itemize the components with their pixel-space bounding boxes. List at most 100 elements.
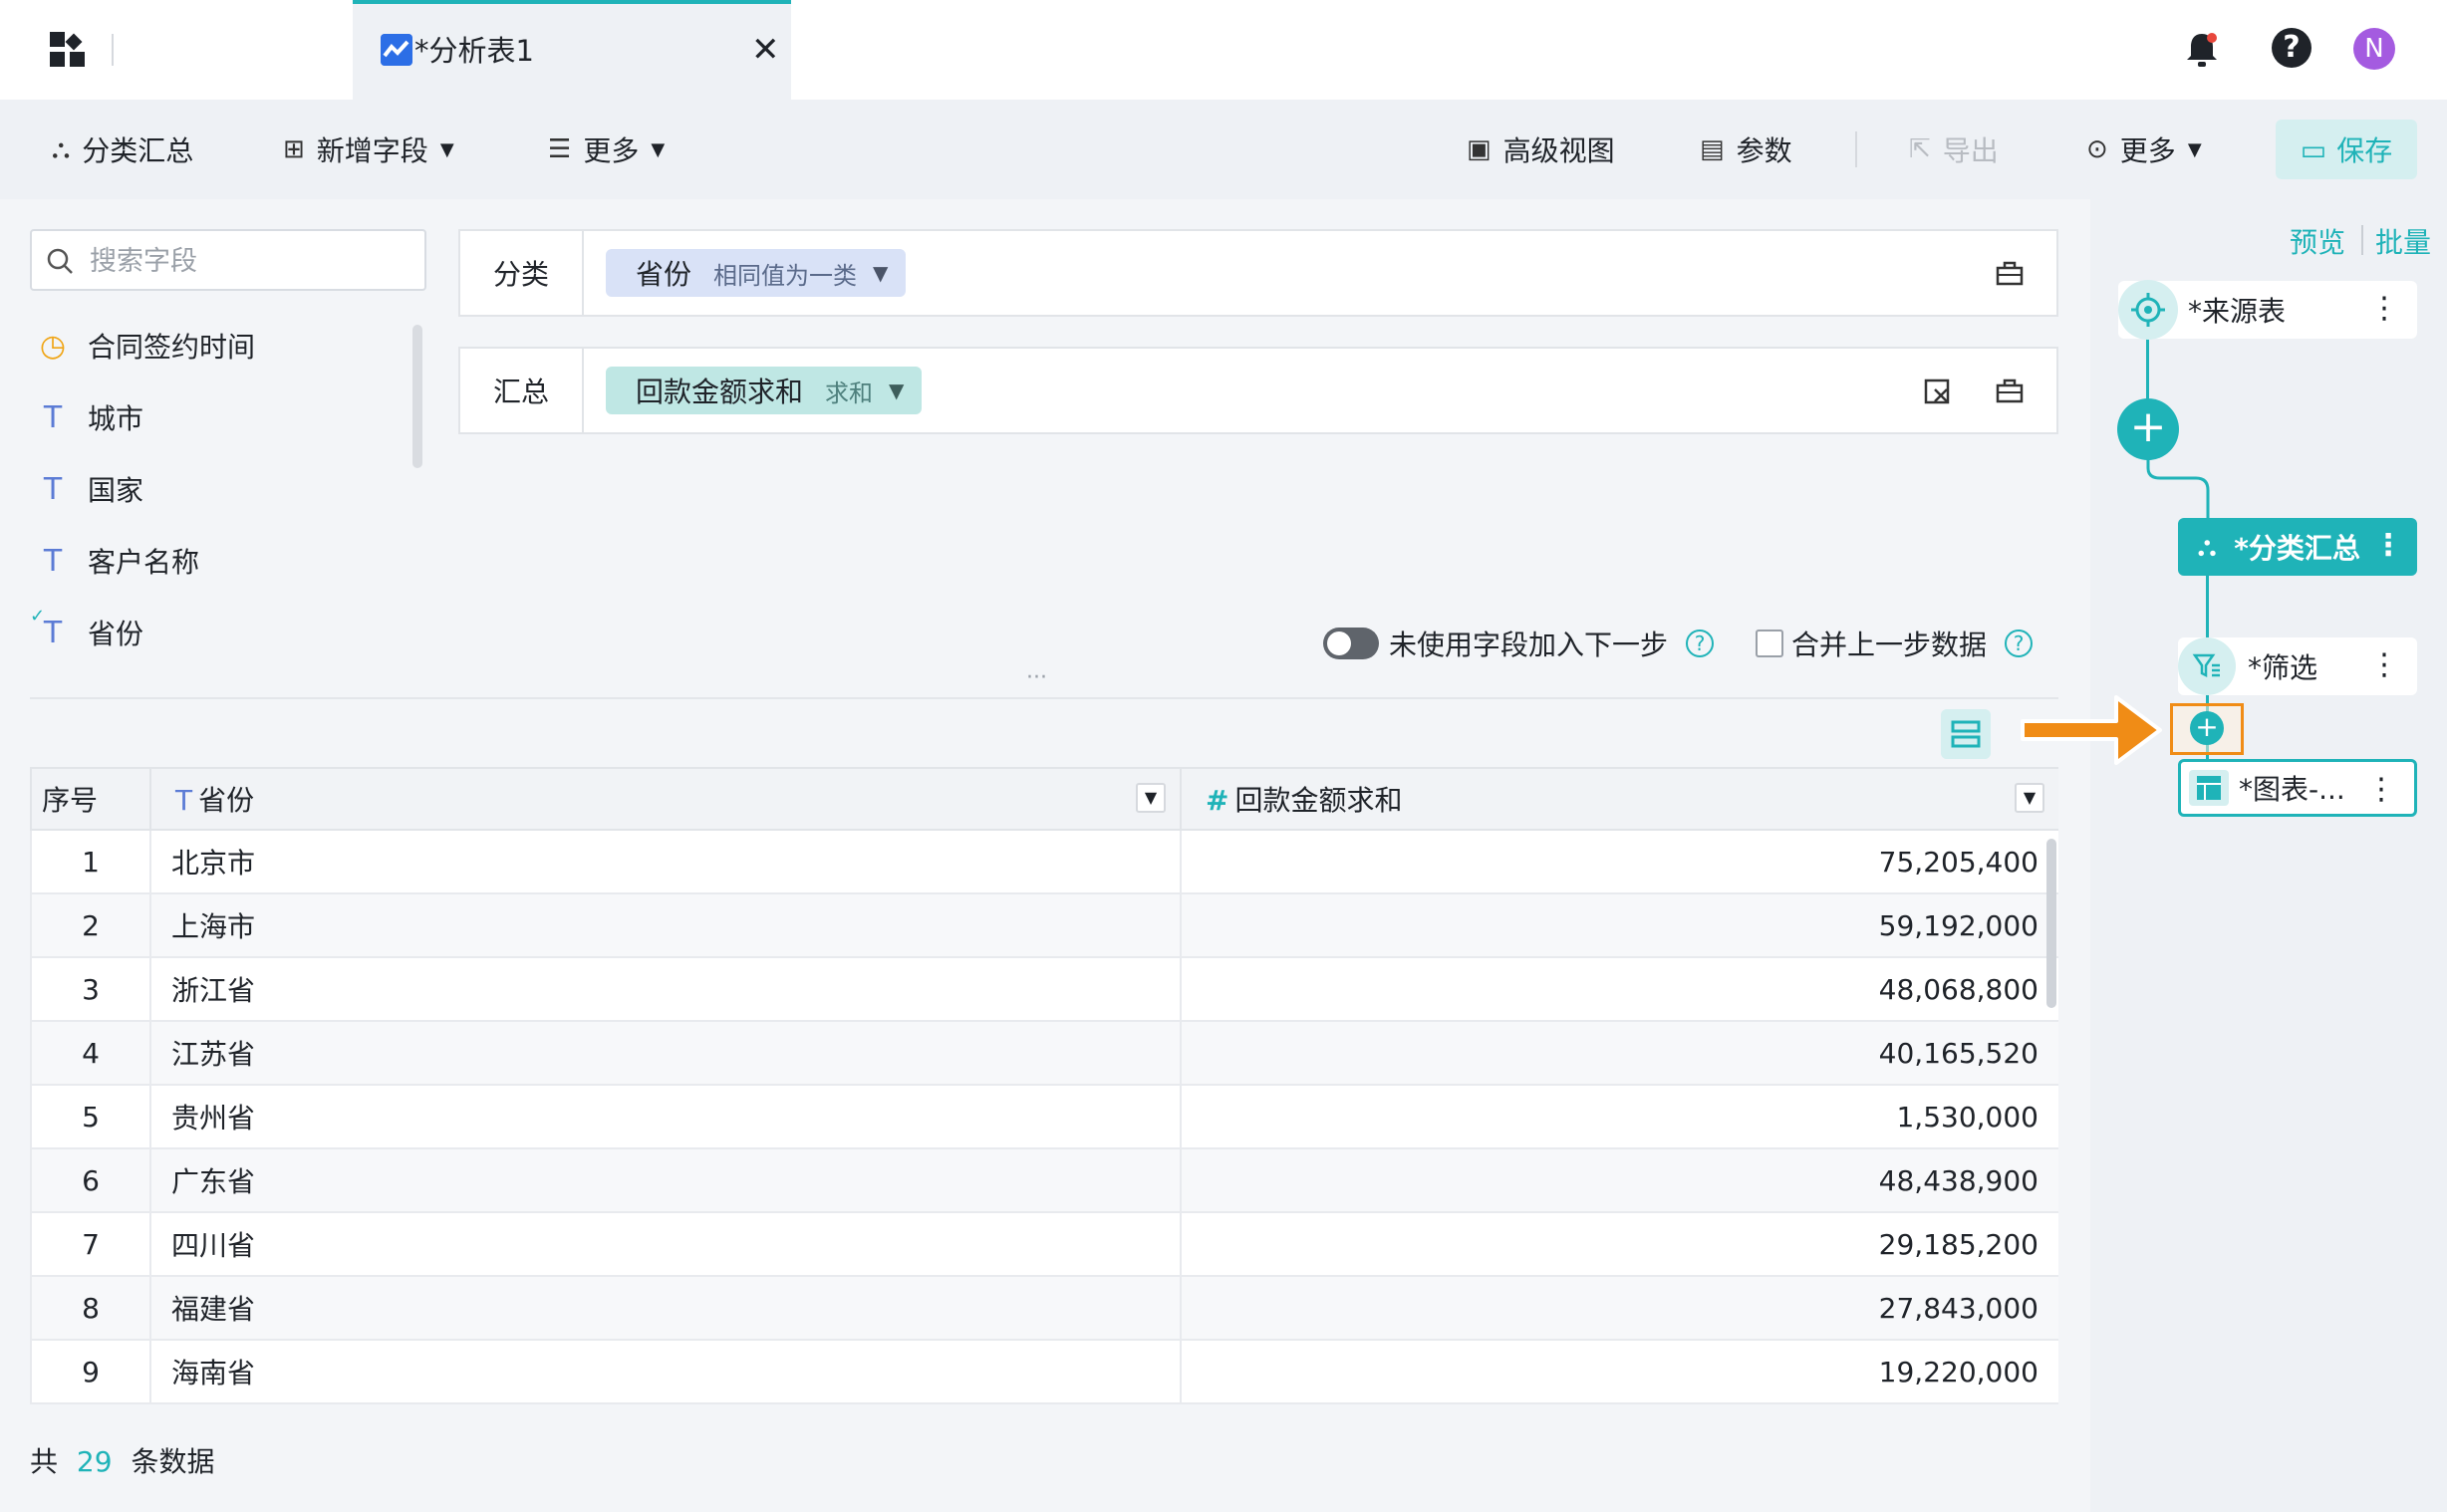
more-vertical-icon[interactable]: ⋮ xyxy=(2369,291,2399,326)
export-button[interactable]: ⇱ 导出 xyxy=(1909,100,1999,199)
cell-province: 四川省 xyxy=(149,1211,1182,1277)
cell-index: 2 xyxy=(30,892,151,958)
cell-index: 8 xyxy=(30,1275,151,1341)
flow-node-group-summary[interactable]: ⛬ *分类汇总 ⋮ xyxy=(2178,518,2417,576)
more-vertical-icon[interactable]: ⋮ xyxy=(2369,647,2399,682)
panel-divider xyxy=(30,697,2058,699)
flow-node-filter[interactable]: *筛选 ⋮ xyxy=(2178,637,2417,695)
caret-down-icon[interactable]: ▼ xyxy=(889,378,904,402)
table-row[interactable]: 2 上海市 59,192,000 xyxy=(30,892,2058,958)
merge-prev-checkbox[interactable] xyxy=(1756,630,1783,657)
params-icon: ▤ xyxy=(1700,134,1725,164)
node-label: *筛选 xyxy=(2248,651,2318,684)
search-icon xyxy=(47,248,73,274)
caret-down-icon[interactable]: ▼ xyxy=(1136,783,1166,813)
avatar[interactable]: N xyxy=(2353,28,2395,70)
column-header-province[interactable]: T 省份 ▼ xyxy=(149,767,1182,831)
table-row[interactable]: 1 北京市 75,205,400 xyxy=(30,829,2058,894)
table-row[interactable]: 8 福建省 27,843,000 xyxy=(30,1275,2058,1341)
cell-amount: 59,192,000 xyxy=(1180,892,2058,958)
advanced-view-button[interactable]: ▣ 高级视图 xyxy=(1467,100,1615,199)
cell-province: 北京市 xyxy=(149,829,1182,894)
flow-node-chart[interactable]: *图表-... ⋮ xyxy=(2178,759,2417,817)
group-summary-button[interactable]: ⛬ 分类汇总 xyxy=(52,100,193,199)
classify-chip[interactable]: 省份 相同值为一类 ▼ xyxy=(606,249,907,297)
more-vertical-icon[interactable]: ⋮ xyxy=(2373,528,2403,563)
table-row[interactable]: 5 贵州省 1,530,000 xyxy=(30,1084,2058,1149)
export-label: 导出 xyxy=(1942,134,1999,167)
row-count-suffix: 条数据 xyxy=(131,1445,215,1478)
field-item[interactable]: T 城市 xyxy=(36,397,143,437)
add-step-button[interactable]: + xyxy=(2117,398,2179,460)
flow-connector xyxy=(2206,576,2209,639)
layout-toggle-icon[interactable] xyxy=(1941,709,1991,759)
summary-chip[interactable]: 回款金额求和 求和 ▼ xyxy=(606,367,923,414)
batch-link[interactable]: 批量 xyxy=(2375,221,2431,261)
add-field-label: 新增字段 xyxy=(316,134,428,167)
summary-label: 汇总 xyxy=(460,349,584,432)
field-item[interactable]: ◷ 合同签约时间 xyxy=(36,326,255,366)
field-item[interactable]: T 客户名称 xyxy=(36,541,199,581)
table-scrollbar[interactable] xyxy=(2046,839,2056,1008)
add-field-button[interactable]: ⊞ 新增字段 ▼ xyxy=(283,100,454,199)
help-icon[interactable]: ? xyxy=(2272,28,2311,68)
search-input[interactable] xyxy=(88,239,410,283)
tab-analysis[interactable]: *分析表1 ✕ xyxy=(353,0,791,100)
table-row[interactable]: 7 四川省 29,185,200 xyxy=(30,1211,2058,1277)
summary-row: 汇总 回款金额求和 求和 ▼ xyxy=(458,347,2058,434)
caret-down-icon[interactable]: ▼ xyxy=(2015,783,2044,813)
classify-row: 分类 省份 相同值为一类 ▼ xyxy=(458,229,2058,317)
chip-name: 回款金额求和 xyxy=(636,376,804,408)
more-right-button[interactable]: ⊙ 更多 ▼ xyxy=(2086,100,2202,199)
field-item[interactable]: T 国家 xyxy=(36,469,143,509)
params-button[interactable]: ▤ 参数 xyxy=(1700,100,1792,199)
caret-down-icon[interactable]: ▼ xyxy=(873,261,888,285)
chip-name: 省份 xyxy=(636,258,692,291)
params-label: 参数 xyxy=(1736,134,1792,167)
cell-index: 4 xyxy=(30,1020,151,1086)
table-row[interactable]: 9 海南省 19,220,000 xyxy=(30,1339,2058,1404)
preview-link[interactable]: 预览 xyxy=(2290,221,2345,261)
header-label: 省份 xyxy=(198,784,255,817)
cell-province: 江苏省 xyxy=(149,1020,1182,1086)
caret-down-icon: ▼ xyxy=(439,138,454,160)
add-step-button-small[interactable]: + xyxy=(2190,711,2224,745)
field-item[interactable]: T ✓ 省份 xyxy=(30,606,143,652)
field-list-scrollbar[interactable] xyxy=(412,325,422,468)
more-vertical-icon[interactable]: ⋮ xyxy=(2366,772,2396,807)
hierarchy-icon: ⛬ xyxy=(52,133,71,164)
header-label: 序号 xyxy=(42,784,99,817)
table-row[interactable]: 3 浙江省 48,068,800 xyxy=(30,956,2058,1022)
more-left-button[interactable]: ☰ 更多 ▼ xyxy=(548,100,665,199)
table-icon xyxy=(2189,770,2229,806)
column-header-amount[interactable]: # 回款金额求和 ▼ xyxy=(1180,767,2058,831)
header-label: 回款金额求和 xyxy=(1234,784,1403,817)
apps-grid-icon[interactable] xyxy=(48,30,88,70)
close-icon[interactable]: ✕ xyxy=(751,30,780,70)
save-button[interactable]: ▭ 保存 xyxy=(2276,120,2417,179)
clear-icon[interactable] xyxy=(1995,377,2025,406)
table-row[interactable]: 6 广东省 48,438,900 xyxy=(30,1147,2058,1213)
export-icon: ⇱ xyxy=(1909,134,1931,164)
clear-icon[interactable] xyxy=(1995,259,2025,289)
remove-field-icon[interactable] xyxy=(1923,377,1953,406)
cell-province: 浙江省 xyxy=(149,956,1182,1022)
chip-sub: 相同值为一类 xyxy=(713,261,858,290)
cell-index: 9 xyxy=(30,1339,151,1404)
table-row[interactable]: 4 江苏省 40,165,520 xyxy=(30,1020,2058,1086)
hierarchy-icon: ⛬ xyxy=(2198,531,2217,562)
cell-province: 上海市 xyxy=(149,892,1182,958)
help-circle-icon[interactable]: ? xyxy=(1686,630,1714,657)
flow-node-source[interactable]: *来源表 ⋮ xyxy=(2118,280,2417,340)
text-type-icon: T xyxy=(43,399,63,435)
number-type-icon: # xyxy=(1206,784,1229,817)
row-count: 共 29 条数据 xyxy=(30,1440,214,1480)
unused-fields-toggle[interactable] xyxy=(1323,628,1379,659)
help-circle-icon[interactable]: ? xyxy=(2005,630,2033,657)
view-icon: ▣ xyxy=(1467,134,1492,164)
notification-bell-icon[interactable] xyxy=(2182,30,2222,70)
cell-province: 海南省 xyxy=(149,1339,1182,1404)
cell-amount: 27,843,000 xyxy=(1180,1275,2058,1341)
column-header-index[interactable]: 序号 xyxy=(30,767,151,831)
drag-handle-icon[interactable]: ··· xyxy=(1026,665,1047,690)
